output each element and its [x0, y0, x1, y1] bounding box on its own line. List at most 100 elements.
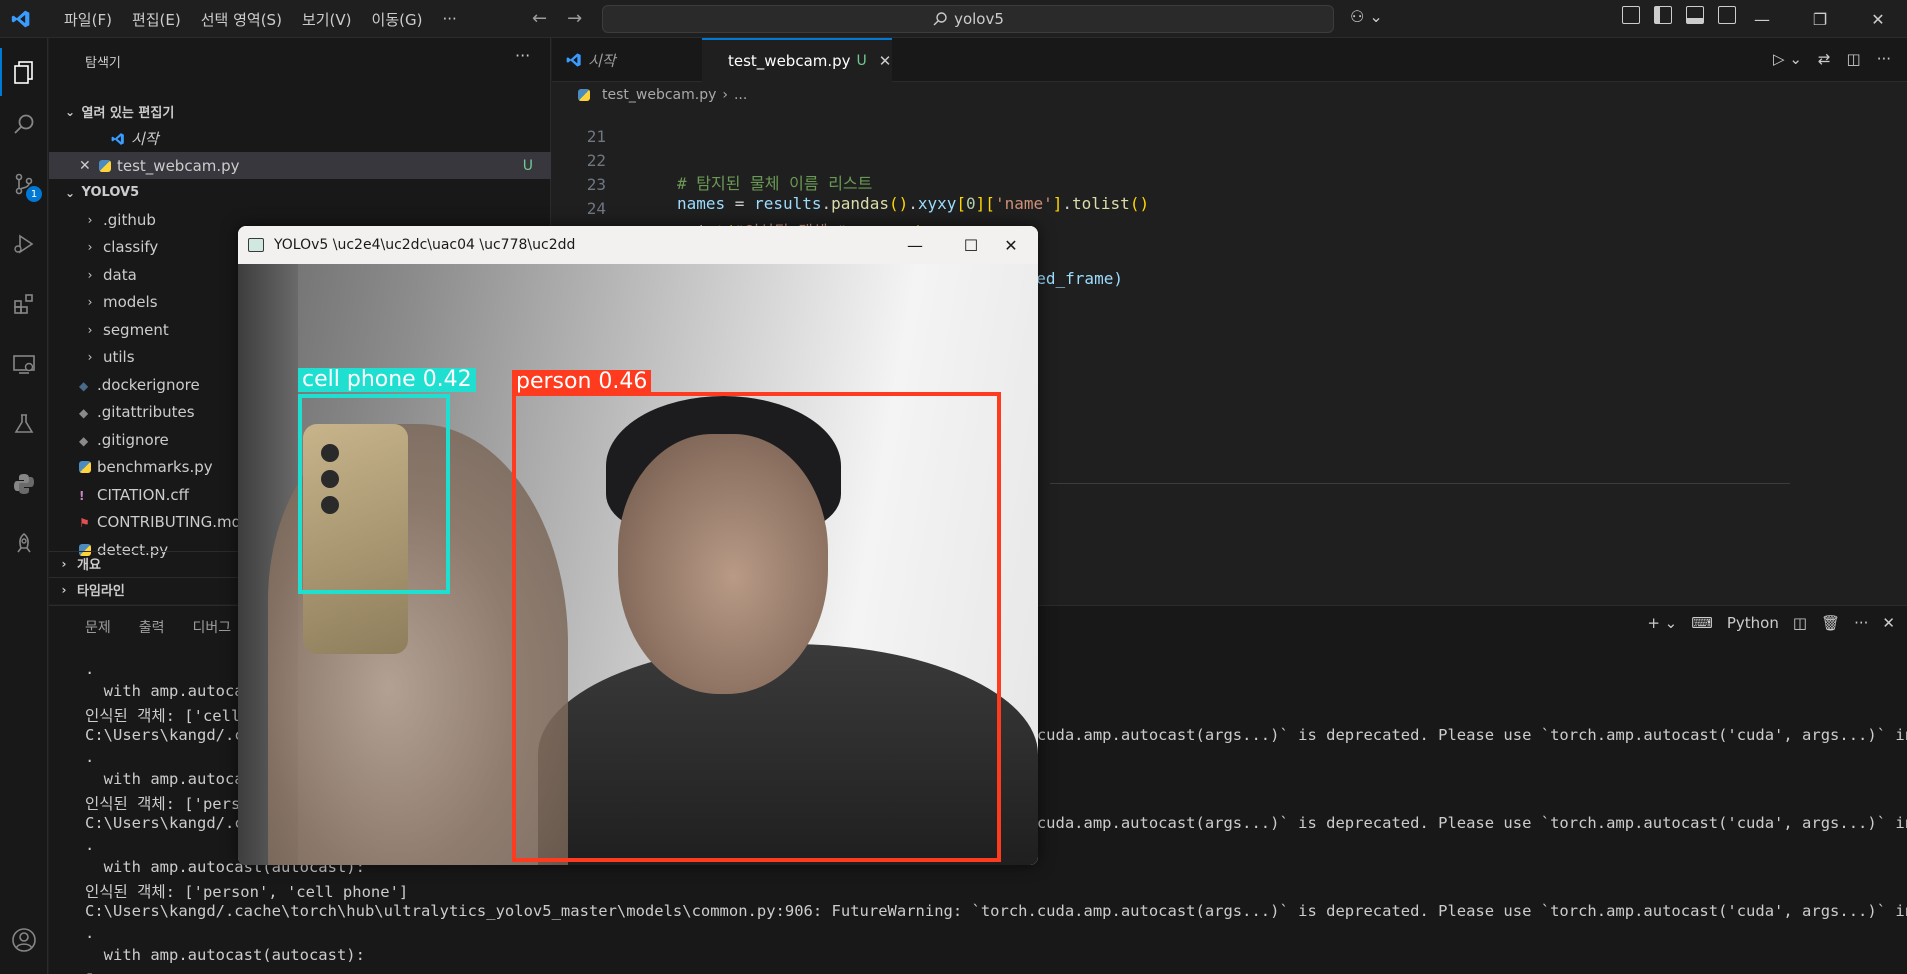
chevron-right-icon: › — [87, 212, 93, 227]
outline-label: 개요 — [77, 558, 101, 573]
chevron-right-icon: › — [87, 267, 93, 282]
breadcrumb-more[interactable]: ... — [734, 87, 747, 103]
tab-output[interactable]: 출력 — [139, 617, 165, 637]
close-window-icon[interactable]: ✕ — [988, 230, 1034, 260]
citation-file-icon: ! — [79, 488, 85, 503]
editor-divider — [1050, 483, 1790, 484]
open-editor-name: 시작 — [131, 130, 159, 148]
run-debug-icon[interactable] — [0, 220, 48, 268]
terminal-icon: ⌨ — [1691, 614, 1713, 632]
menu-view[interactable]: 보기(V) — [292, 9, 362, 30]
tab-problems[interactable]: 문제 — [85, 617, 111, 637]
close-tab-icon[interactable]: ✕ — [879, 52, 892, 70]
editor-tabs: 시작 test_webcam.py U ✕ ▷ ⌄ ⇄ ◫ ··· — [552, 38, 1907, 82]
tab-start[interactable]: 시작 — [552, 38, 702, 82]
toggle-panel-icon[interactable] — [1686, 6, 1704, 24]
chevron-right-icon: › — [61, 582, 67, 597]
split-terminal-icon[interactable]: ◫ — [1793, 614, 1807, 632]
remote-explorer-icon[interactable] — [0, 340, 48, 388]
restore-icon[interactable]: ❐ — [1791, 0, 1849, 38]
close-window-icon[interactable]: ✕ — [1849, 0, 1907, 38]
trash-icon[interactable]: 🗑 — [1821, 614, 1840, 632]
new-terminal-icon[interactable]: + ⌄ — [1647, 614, 1677, 632]
more-actions-icon[interactable]: ··· — [1854, 614, 1868, 632]
testing-flask-icon[interactable] — [0, 400, 48, 448]
toggle-primary-sidebar-icon[interactable] — [1654, 6, 1672, 24]
tree-item-label: .github — [103, 210, 156, 229]
git-file-icon: ◆ — [79, 406, 89, 420]
open-editors-header[interactable]: ⌄ 열려 있는 편집기 — [49, 98, 551, 125]
popup-title: YOLOv5 \uc2e4\uc2dc\uac04 \uc778\uc2dd — [274, 237, 576, 253]
markdown-file-icon: ⚑ — [79, 516, 90, 530]
compare-changes-icon[interactable]: ⇄ — [1818, 50, 1831, 68]
minimize-icon[interactable]: — — [892, 230, 938, 260]
menu-go[interactable]: 이동(G) — [362, 9, 433, 30]
account-icon[interactable] — [0, 916, 48, 964]
chevron-right-icon: › — [87, 295, 93, 309]
detection-box-cell-phone — [298, 394, 450, 594]
deploy-rocket-icon[interactable] — [0, 520, 48, 568]
folder-header[interactable]: ⌄ YOLOV5 — [49, 179, 551, 206]
settings-gear-icon[interactable] — [0, 964, 48, 974]
breadcrumb: test_webcam.py › ... — [552, 82, 1907, 108]
chevron-right-icon: › — [87, 350, 93, 364]
more-actions-icon[interactable]: ··· — [515, 46, 530, 65]
vscode-icon — [566, 53, 581, 67]
tree-item-label: segment — [103, 320, 169, 339]
yolo-preview-window[interactable]: YOLOv5 \uc2e4\uc2dc\uac04 \uc778\uc2dd —… — [238, 226, 1038, 865]
chevron-right-icon: › — [87, 240, 93, 254]
terminal-line: with amp.autocast(autocast): — [85, 946, 365, 964]
search-icon[interactable] — [0, 100, 48, 148]
extensions-icon[interactable] — [0, 280, 48, 328]
menu-file[interactable]: 파일(F) — [54, 9, 122, 30]
tab-debug-console[interactable]: 디버그 — [193, 617, 232, 637]
menu-edit[interactable]: 편집(E) — [122, 9, 191, 30]
webcam-frame: cell phone 0.42 person 0.46 — [238, 264, 1038, 865]
layout-controls — [1622, 6, 1736, 24]
menu-more[interactable]: ··· — [432, 10, 466, 28]
code-line: 21 — [552, 108, 1752, 146]
detection-label-cell-phone: cell phone 0.42 — [298, 368, 476, 392]
breadcrumb-file[interactable]: test_webcam.py — [602, 87, 716, 103]
back-arrow-icon[interactable]: ← — [532, 8, 547, 29]
search-icon — [933, 12, 947, 26]
open-editor-item-active[interactable]: ✕ test_webcam.py U — [49, 152, 551, 179]
customize-layout-icon[interactable] — [1622, 6, 1640, 24]
activity-bar: 1 — [0, 38, 48, 974]
terminal-profile[interactable]: Python — [1727, 614, 1779, 632]
code-line: 23 names = results.pandas().xyxy[0]['nam… — [552, 156, 1752, 213]
tab-test-webcam[interactable]: test_webcam.py U ✕ — [702, 38, 892, 82]
panel-actions: + ⌄ ⌨ Python ◫ 🗑 ··· ✕ — [1647, 614, 1895, 632]
menu-selection[interactable]: 선택 영역(S) — [191, 9, 292, 30]
close-editor-icon[interactable]: ✕ — [79, 158, 99, 174]
open-editor-item[interactable]: 시작 — [49, 125, 551, 152]
title-bar: 파일(F) 편집(E) 선택 영역(S) 보기(V) 이동(G) ··· ← →… — [0, 0, 1907, 38]
source-control-icon[interactable]: 1 — [0, 160, 48, 208]
python-file-icon — [99, 159, 111, 172]
window-app-icon — [248, 238, 264, 252]
terminal-line: . — [85, 924, 95, 942]
docker-file-icon: ◆ — [79, 378, 89, 393]
popup-title-bar[interactable]: YOLOv5 \uc2e4\uc2dc\uac04 \uc778\uc2dd —… — [238, 226, 1038, 264]
chevron-down-icon: ⌄ — [64, 185, 76, 200]
minimize-icon[interactable]: — — [1733, 0, 1791, 38]
tab-label: test_webcam.py — [728, 52, 851, 70]
command-center-search[interactable]: yolov5 — [602, 5, 1334, 33]
close-panel-icon[interactable]: ✕ — [1882, 614, 1895, 632]
python-file-icon — [578, 89, 590, 101]
breadcrumb-separator-icon: › — [722, 87, 728, 103]
python-file-icon — [79, 461, 91, 473]
copilot-icon[interactable]: ⚇ ⌄ — [1350, 7, 1383, 26]
run-python-file-icon[interactable]: ▷ ⌄ — [1773, 50, 1802, 68]
python-icon[interactable] — [0, 460, 48, 508]
more-actions-icon[interactable]: ··· — [1877, 50, 1891, 68]
terminal-line: ▯ — [85, 968, 1905, 974]
tree-item-label: .gitignore — [97, 430, 169, 449]
forward-arrow-icon[interactable]: → — [567, 8, 582, 29]
timeline-label: 타임라인 — [77, 584, 125, 599]
untracked-status: U — [856, 53, 867, 69]
explorer-icon[interactable] — [0, 48, 48, 96]
tree-item-label: .dockerignore — [97, 375, 200, 394]
tree-item-label: classify — [103, 238, 159, 256]
split-editor-icon[interactable]: ◫ — [1847, 50, 1861, 68]
